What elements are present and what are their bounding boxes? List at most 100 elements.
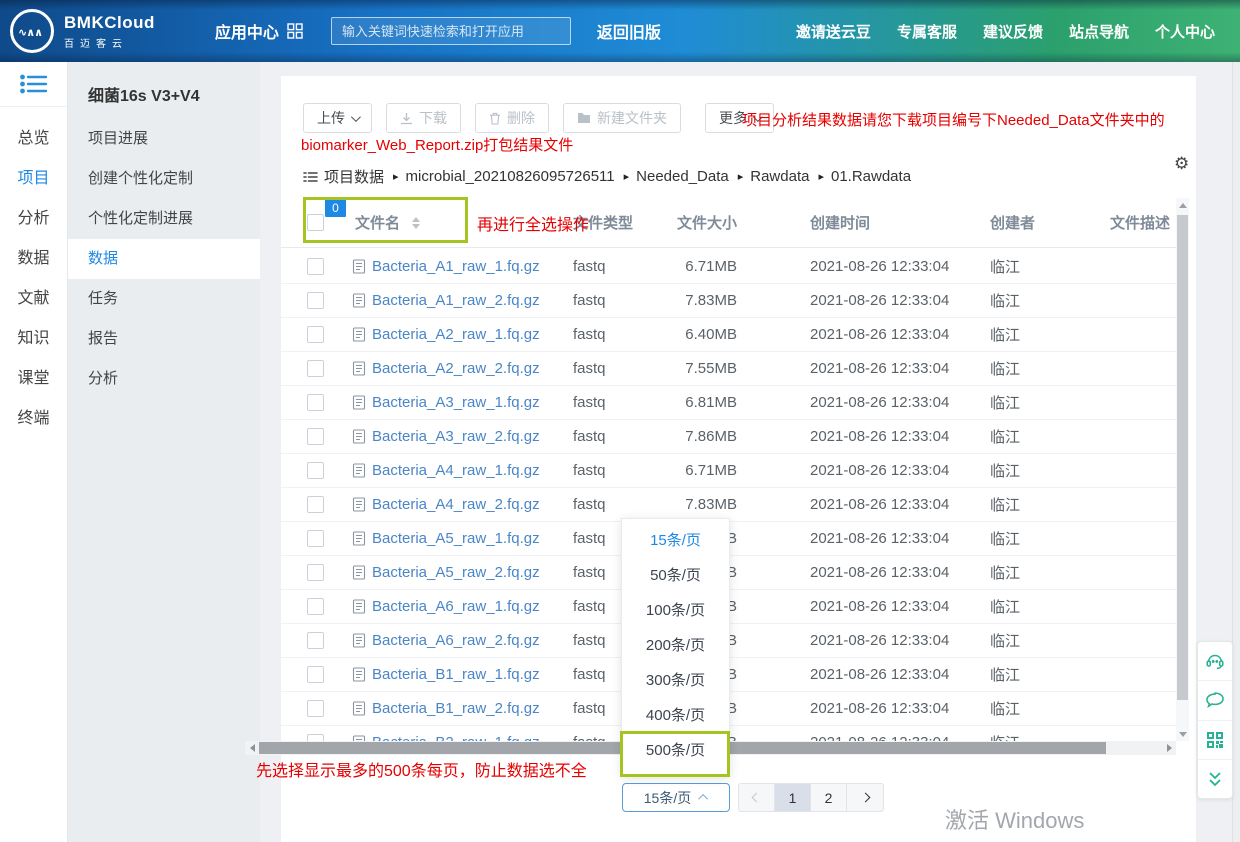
file-link[interactable]: Bacteria_A2_raw_1.fq.gz — [343, 326, 573, 343]
submenu-item[interactable]: 数据 — [68, 239, 260, 279]
breadcrumb-part[interactable]: ▸ microbial_20210826095726511 — [384, 168, 615, 185]
page-number-button[interactable]: 2 — [811, 784, 847, 811]
row-checkbox[interactable] — [307, 632, 324, 649]
download-notice-line2: biomarker_Web_Report.zip打包结果文件 — [301, 134, 573, 155]
header-nav-item[interactable]: 建议反馈 — [983, 21, 1043, 42]
pagination: 12 — [738, 783, 884, 812]
submenu-item[interactable]: 任务 — [68, 279, 260, 319]
scroll-right-icon[interactable] — [1162, 741, 1176, 755]
feedback-chat-button[interactable] — [1198, 681, 1232, 720]
file-link[interactable]: Bacteria_A3_raw_2.fq.gz — [343, 428, 573, 445]
sidebar-item[interactable]: 分析 — [0, 196, 67, 236]
file-link[interactable]: Bacteria_A1_raw_1.fq.gz — [343, 258, 573, 275]
file-creator: 临江 — [990, 528, 1110, 549]
file-created: 2021-08-26 12:33:04 — [810, 326, 990, 343]
file-size: 6.81MB — [643, 394, 737, 411]
scroll-left-icon[interactable] — [245, 741, 259, 755]
breadcrumb-part[interactable]: ▸ Needed_Data — [615, 168, 729, 185]
file-link[interactable]: Bacteria_A3_raw_1.fq.gz — [343, 394, 573, 411]
app-center-button[interactable]: 应用中心 — [215, 19, 303, 43]
sort-icon[interactable] — [412, 217, 420, 229]
col-header-name[interactable]: 文件名 — [355, 212, 400, 233]
header-nav-item[interactable]: 站点导航 — [1069, 21, 1129, 42]
page-number-button[interactable]: 1 — [775, 784, 811, 811]
file-creator: 临江 — [990, 562, 1110, 583]
sidebar-item[interactable]: 课堂 — [0, 356, 67, 396]
delete-button[interactable]: 删除 — [475, 103, 549, 133]
scroll-down-icon[interactable] — [1176, 727, 1189, 741]
page-size-option[interactable]: 500条/页 — [622, 733, 729, 768]
download-button[interactable]: 下载 — [386, 103, 461, 133]
page-size-select[interactable]: 15条/页 — [622, 783, 730, 812]
header-nav-item[interactable]: 专属客服 — [897, 21, 957, 42]
logo[interactable]: ∿∧∧ BMKCloud 百迈客云 — [10, 9, 155, 53]
row-checkbox[interactable] — [307, 700, 324, 717]
new-folder-button[interactable]: 新建文件夹 — [563, 103, 681, 133]
search-input[interactable] — [331, 17, 571, 45]
header-nav-item[interactable]: 个人中心 — [1155, 21, 1215, 42]
file-link[interactable]: Bacteria_B1_raw_1.fq.gz — [343, 666, 573, 683]
header-nav-item[interactable]: 邀请送云豆 — [796, 21, 871, 42]
submenu-item[interactable]: 项目进展 — [68, 119, 260, 159]
page-size-option[interactable]: 300条/页 — [622, 663, 729, 698]
primary-sidebar: 总览项目分析数据文献知识课堂终端 — [0, 62, 68, 842]
row-checkbox[interactable] — [307, 462, 324, 479]
table-vertical-scrollbar[interactable] — [1176, 198, 1189, 741]
file-created: 2021-08-26 12:33:04 — [810, 292, 990, 309]
row-checkbox[interactable] — [307, 530, 324, 547]
breadcrumb-part[interactable]: ▸ 01.Rawdata — [809, 168, 911, 185]
submenu-item[interactable]: 分析 — [68, 359, 260, 399]
file-link[interactable]: Bacteria_A6_raw_2.fq.gz — [343, 632, 573, 649]
qrcode-icon — [1205, 730, 1225, 750]
page-size-option[interactable]: 50条/页 — [622, 558, 729, 593]
file-link[interactable]: Bacteria_A2_raw_2.fq.gz — [343, 360, 573, 377]
next-page-button[interactable] — [847, 784, 883, 811]
row-checkbox[interactable] — [307, 666, 324, 683]
file-toolbar: 上传 下载 删除 新建文件夹 更多 — [303, 103, 774, 133]
qrcode-button[interactable] — [1198, 721, 1232, 760]
row-checkbox[interactable] — [307, 564, 324, 581]
submenu-item[interactable]: 个性化定制进展 — [68, 199, 260, 239]
row-checkbox[interactable] — [307, 258, 324, 275]
sidebar-item[interactable]: 总览 — [0, 116, 67, 156]
file-link[interactable]: Bacteria_A4_raw_1.fq.gz — [343, 462, 573, 479]
breadcrumb-part[interactable]: ▸ Rawdata — [729, 168, 810, 185]
file-link[interactable]: Bacteria_B1_raw_2.fq.gz — [343, 700, 573, 717]
scroll-up-icon[interactable] — [1176, 198, 1189, 212]
collapse-menu-button[interactable] — [0, 62, 67, 107]
file-link[interactable]: Bacteria_A1_raw_2.fq.gz — [343, 292, 573, 309]
prev-page-button[interactable] — [739, 784, 775, 811]
page-size-option[interactable]: 15条/页 — [622, 523, 729, 558]
row-checkbox[interactable] — [307, 360, 324, 377]
sidebar-item[interactable]: 知识 — [0, 316, 67, 356]
submenu-item[interactable]: 报告 — [68, 319, 260, 359]
row-checkbox[interactable] — [307, 428, 324, 445]
page-size-option[interactable]: 200条/页 — [622, 628, 729, 663]
file-link[interactable]: Bacteria_A4_raw_2.fq.gz — [343, 496, 573, 513]
sidebar-item[interactable]: 终端 — [0, 396, 67, 436]
collapse-button[interactable] — [1198, 760, 1232, 798]
row-checkbox[interactable] — [307, 598, 324, 615]
sidebar-item[interactable]: 数据 — [0, 236, 67, 276]
sidebar-item[interactable]: 文献 — [0, 276, 67, 316]
row-checkbox[interactable] — [307, 326, 324, 343]
page-size-option[interactable]: 100条/页 — [622, 593, 729, 628]
sidebar-item[interactable]: 项目 — [0, 156, 67, 196]
row-checkbox[interactable] — [307, 292, 324, 309]
table-settings-gear-icon[interactable]: ⚙ — [1174, 155, 1189, 172]
row-checkbox[interactable] — [307, 496, 324, 513]
file-link[interactable]: Bacteria_A5_raw_1.fq.gz — [343, 530, 573, 547]
upload-button[interactable]: 上传 — [303, 103, 372, 133]
submenu-item[interactable]: 创建个性化定制 — [68, 159, 260, 199]
customer-service-button[interactable] — [1198, 642, 1232, 681]
select-all-checkbox[interactable] — [307, 214, 324, 231]
file-link[interactable]: Bacteria_A5_raw_2.fq.gz — [343, 564, 573, 581]
browser-scrollbar[interactable] — [1232, 62, 1240, 842]
breadcrumb-root[interactable]: 项目数据 — [303, 166, 384, 187]
back-to-old-version-button[interactable]: 返回旧版 — [597, 19, 661, 43]
page-size-option[interactable]: 400条/页 — [622, 698, 729, 733]
vertical-scroll-thumb[interactable] — [1177, 215, 1188, 700]
file-size: 7.86MB — [643, 428, 737, 445]
row-checkbox[interactable] — [307, 394, 324, 411]
file-link[interactable]: Bacteria_A6_raw_1.fq.gz — [343, 598, 573, 615]
